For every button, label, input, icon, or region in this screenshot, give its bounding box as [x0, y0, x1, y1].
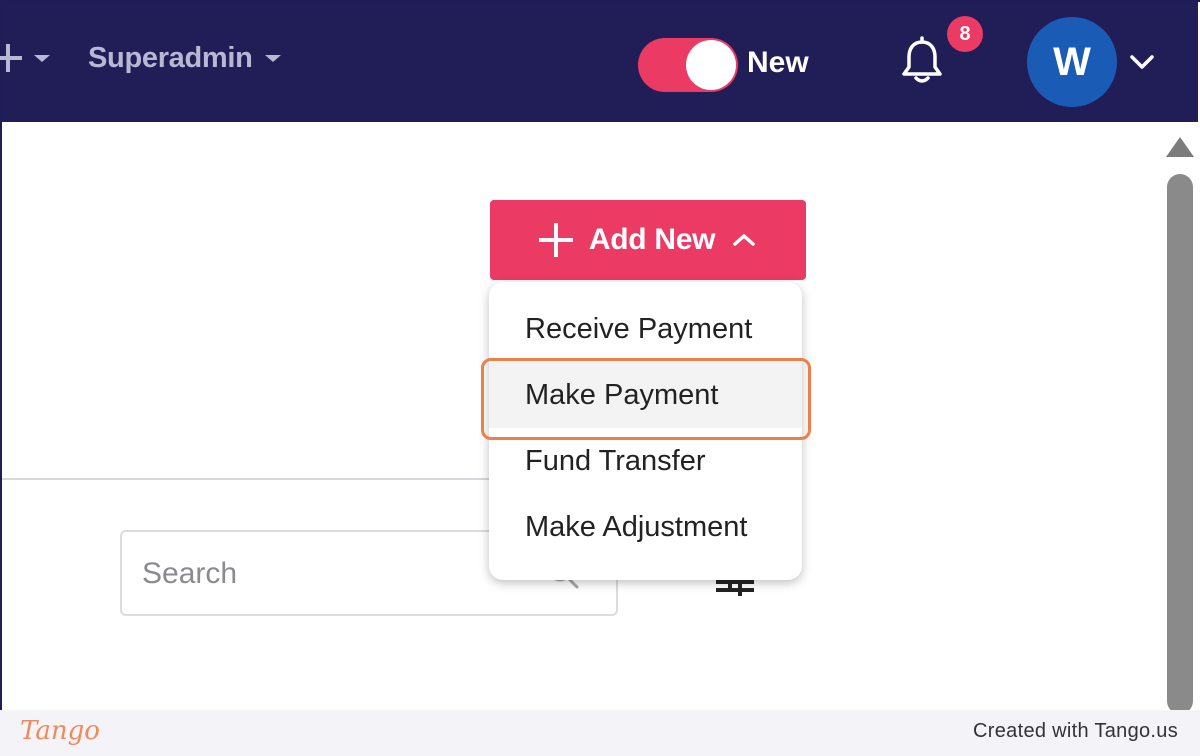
add-new-button[interactable]: Add New [490, 200, 806, 280]
menu-item-fund-transfer[interactable]: Fund Transfer [489, 428, 802, 494]
notification-badge: 8 [947, 16, 983, 52]
toggle-knob [686, 40, 736, 90]
caret-down-icon [34, 54, 50, 62]
bell-icon[interactable] [898, 36, 946, 86]
menu-item-make-adjustment[interactable]: Make Adjustment [489, 494, 802, 560]
menu-item-make-payment[interactable]: Make Payment [489, 362, 802, 428]
add-new-dropdown-menu: Receive Payment Make Payment Fund Transf… [489, 282, 802, 580]
tango-logo: Tango [20, 716, 100, 746]
role-selector[interactable]: Superadmin [88, 42, 281, 75]
toggle-label: New [747, 46, 809, 79]
new-ui-toggle[interactable] [638, 38, 738, 92]
caret-down-icon [264, 55, 281, 62]
section-divider [2, 478, 490, 480]
chevron-up-icon [733, 234, 755, 246]
scroll-up-arrow-icon[interactable] [1166, 137, 1194, 157]
add-new-label: Add New [588, 223, 716, 256]
user-avatar[interactable]: W [1027, 17, 1117, 107]
role-label: Superadmin [88, 42, 253, 74]
quick-create-menu[interactable] [0, 44, 50, 72]
scrollbar-thumb[interactable] [1167, 174, 1193, 714]
created-with-text: Created with Tango.us [973, 720, 1178, 742]
chevron-down-icon[interactable] [1128, 52, 1156, 72]
plus-icon [538, 223, 573, 257]
menu-item-receive-payment[interactable]: Receive Payment [489, 296, 802, 362]
plus-icon [0, 44, 22, 72]
search-input[interactable] [142, 552, 522, 596]
